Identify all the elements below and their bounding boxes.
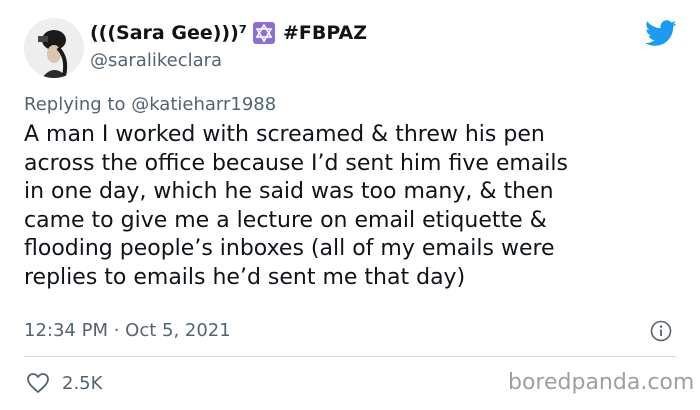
avatar-image xyxy=(24,18,84,78)
avatar[interactable] xyxy=(24,18,84,78)
boredpanda-watermark: boredpanda.com xyxy=(508,370,695,395)
hashtag-text: #FBPAZ xyxy=(283,22,368,44)
info-icon[interactable] xyxy=(650,320,672,342)
star-of-david-icon xyxy=(253,22,275,44)
display-name[interactable]: (((Sara Gee)))⁷ xyxy=(90,22,247,44)
heart-icon[interactable] xyxy=(26,372,50,394)
tweet-timestamp[interactable]: 12:34 PM · Oct 5, 2021 xyxy=(24,320,231,341)
tweet-text-line: in one day, which he said was too many, … xyxy=(24,179,554,204)
tweet-text-line: A man I worked with screamed & threw his… xyxy=(24,122,545,147)
tweet-text-line: replies to emails he’d sent me that day) xyxy=(24,264,466,290)
divider xyxy=(24,356,676,357)
twitter-bird-icon[interactable] xyxy=(645,20,677,47)
user-handle[interactable]: @saralikeclara xyxy=(90,50,222,71)
reply-mention-link[interactable]: @katieharr1988 xyxy=(131,94,276,115)
tweet-text-line: came to give me a lecture on email etiqu… xyxy=(24,207,547,233)
like-count: 2.5K xyxy=(62,373,103,394)
tweet-card: (((Sara Gee)))⁷ #FBPAZ @saralikeclara Re… xyxy=(0,0,700,410)
tweet-text-line: across the office because I’d sent him f… xyxy=(24,150,568,176)
tweet-text-line: flooding people’s inboxes (all of my ema… xyxy=(24,236,555,261)
replying-to: Replying to @katieharr1988 xyxy=(24,94,276,115)
tweet-text: A man I worked with screamed & threw his… xyxy=(24,121,684,292)
replying-to-prefix: Replying to xyxy=(24,94,132,115)
